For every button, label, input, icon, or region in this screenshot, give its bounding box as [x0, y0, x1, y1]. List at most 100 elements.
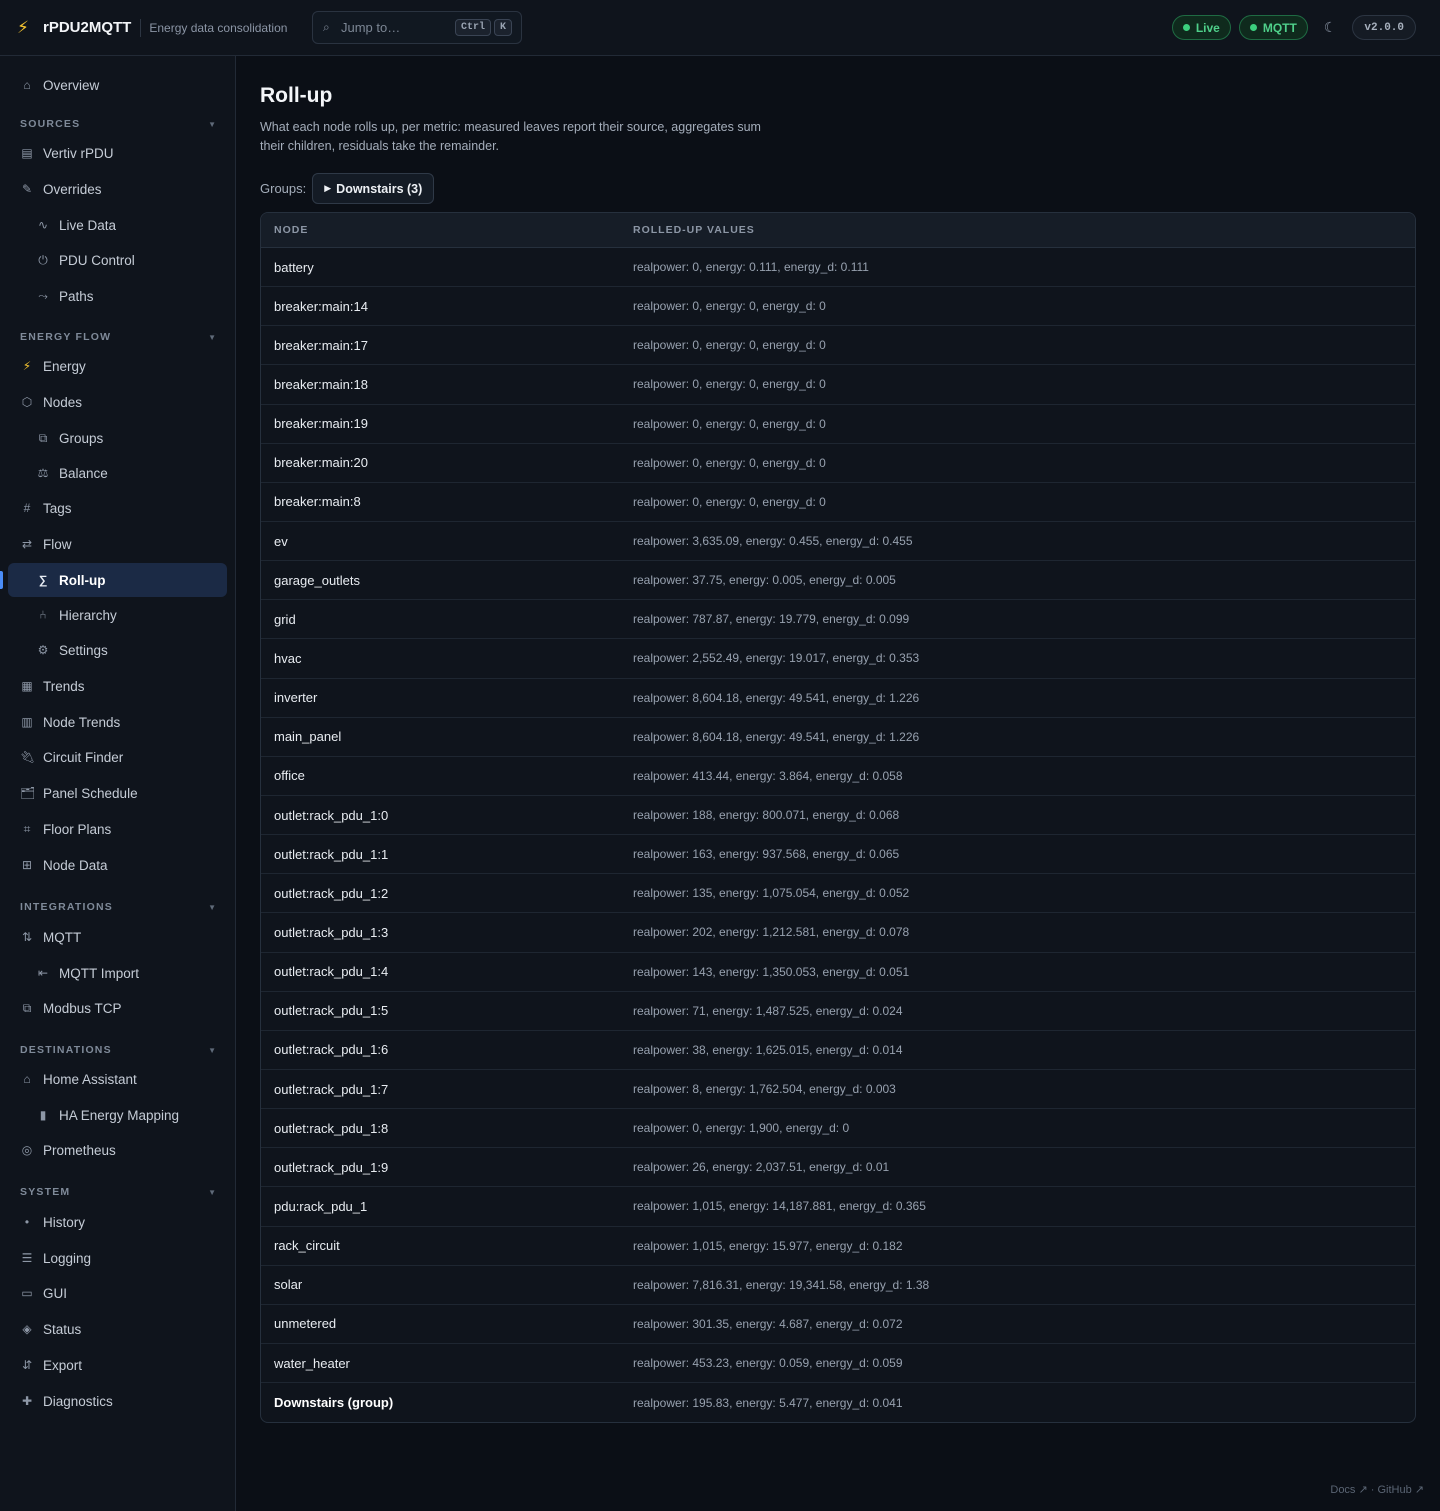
table-row[interactable]: battery realpower: 0, energy: 0.111, ener…: [261, 248, 1415, 288]
sidebar-item-label: Home Assistant: [43, 1071, 137, 1087]
brand[interactable]: ⚡ rPDU2MQTT Energy data consolidation: [17, 18, 287, 38]
sidebar-item-circuit-finder[interactable]: 🔌︎ Circuit Finder: [8, 740, 227, 774]
table-row[interactable]: water_heater realpower: 453.23, energy: 0…: [261, 1344, 1415, 1384]
sidebar-item-paths[interactable]: ⤳ Paths: [8, 279, 227, 313]
table-row[interactable]: solar realpower: 7,816.31, energy: 19,341…: [261, 1266, 1415, 1305]
sidebar-item-nodes[interactable]: ⬡ Nodes: [8, 385, 227, 419]
sidebar-item-settings[interactable]: ⚙ Settings: [8, 633, 227, 667]
chart-columns-icon: ▥: [21, 715, 33, 729]
sidebar-item-rollup[interactable]: ∑ Roll-up: [8, 563, 227, 597]
table-row[interactable]: inverter realpower: 8,604.18, energy: 49.…: [261, 679, 1415, 718]
sidebar-item-node-trends[interactable]: ▥ Node Trends: [8, 705, 227, 739]
table-row[interactable]: breaker:main:8 realpower: 0, energy: 0, e…: [261, 483, 1415, 522]
table-row[interactable]: main_panel realpower: 8,604.18, energy: 4…: [261, 718, 1415, 757]
values-cell: realpower: 453.23, energy: 0.059, energy…: [633, 1356, 903, 1370]
table-row[interactable]: outlet:rack_pdu_1:6 realpower: 38, energy…: [261, 1031, 1415, 1070]
table-row[interactable]: outlet:rack_pdu_1:9 realpower: 26, energy…: [261, 1148, 1415, 1188]
column-header-node[interactable]: NODE: [261, 224, 633, 236]
table-row[interactable]: rack_circuit realpower: 1,015, energy: 15…: [261, 1227, 1415, 1266]
sidebar-item-pdu-control[interactable]: ⏻ PDU Control: [8, 243, 227, 277]
table-row[interactable]: breaker:main:19 realpower: 0, energy: 0, …: [261, 405, 1415, 444]
sidebar-item-label: Tags: [43, 500, 72, 516]
table-row[interactable]: breaker:main:14 realpower: 0, energy: 0, …: [261, 287, 1415, 327]
sidebar-item-trends[interactable]: ▦ Trends: [8, 669, 227, 703]
table-row[interactable]: breaker:main:17 realpower: 0, energy: 0, …: [261, 326, 1415, 366]
mqtt-status-badge[interactable]: MQTT: [1238, 15, 1308, 40]
node-cell: ev: [274, 533, 288, 549]
sidebar-item-diagnostics[interactable]: ✚ Diagnostics: [8, 1384, 227, 1418]
sidebar-item-mqtt[interactable]: ⇅ MQTT: [8, 920, 227, 954]
table-row[interactable]: outlet:rack_pdu_1:3 realpower: 202, energ…: [261, 913, 1415, 953]
sidebar-item-status[interactable]: ◈ Status: [8, 1312, 227, 1346]
export-arrows-icon: ⇵: [21, 1358, 33, 1372]
table-row[interactable]: breaker:main:18 realpower: 0, energy: 0, …: [261, 365, 1415, 405]
sidebar-item-balance[interactable]: ⚖ Balance: [8, 456, 227, 490]
table-row[interactable]: outlet:rack_pdu_1:2 realpower: 135, energ…: [261, 874, 1415, 914]
hexagon-icon: ⬡: [21, 395, 33, 409]
values-cell: realpower: 8,604.18, energy: 49.541, ene…: [633, 690, 920, 705]
group-total-row[interactable]: Downstairs (group) realpower: 195.83, ene…: [261, 1383, 1415, 1422]
sidebar-item-flow[interactable]: ⇄ Flow: [8, 527, 227, 561]
sidebar-item-panel-schedule[interactable]: 🗂︎ Panel Schedule: [8, 776, 227, 810]
sidebar-item-vertiv[interactable]: ▤ Vertiv rPDU: [8, 136, 227, 170]
section-sources[interactable]: SOURCES ▼: [20, 117, 216, 131]
sidebar-item-hierarchy[interactable]: ⑃ Hierarchy: [8, 598, 227, 632]
table-row[interactable]: breaker:main:20 realpower: 0, energy: 0, …: [261, 444, 1415, 483]
sidebar-item-logging[interactable]: ☰ Logging: [8, 1241, 227, 1275]
sidebar-item-overview[interactable]: ⌂ Overview: [8, 68, 227, 102]
node-cell: pdu:rack_pdu_1: [274, 1198, 368, 1214]
sidebar-item-groups[interactable]: ⧉ Groups: [8, 421, 227, 455]
sidebar-item-live-data[interactable]: ∿ Live Data: [8, 208, 227, 242]
table-row[interactable]: ev realpower: 3,635.09, energy: 0.455, en…: [261, 522, 1415, 562]
section-destinations[interactable]: DESTINATIONS ▼: [20, 1043, 216, 1057]
app-name: rPDU2MQTT: [43, 19, 132, 36]
jump-search[interactable]: ⌕ Ctrl K: [312, 11, 522, 44]
sidebar-item-export[interactable]: ⇵ Export: [8, 1348, 227, 1382]
table-row[interactable]: outlet:rack_pdu_1:4 realpower: 143, energ…: [261, 953, 1415, 992]
sidebar-item-energy[interactable]: ⚡ Energy: [8, 349, 227, 383]
section-label: SYSTEM: [20, 1186, 71, 1198]
sidebar-item-node-data[interactable]: ⊞ Node Data: [8, 848, 227, 882]
section-integrations[interactable]: INTEGRATIONS ▼: [20, 900, 216, 914]
theme-toggle-moon-icon[interactable]: ☾: [1324, 19, 1337, 36]
table-row[interactable]: grid realpower: 787.87, energy: 19.779, e…: [261, 600, 1415, 640]
path-icon: ⤳: [38, 288, 48, 303]
group-downstairs-button[interactable]: ▶ Downstairs (3): [312, 173, 435, 204]
chevron-down-icon: ▼: [208, 119, 216, 129]
sidebar-item-mqtt-import[interactable]: ⇤ MQTT Import: [8, 956, 227, 990]
sidebar-item-modbus[interactable]: ⧉ Modbus TCP: [8, 991, 227, 1025]
sidebar-item-gui[interactable]: ▭ GUI: [8, 1276, 227, 1310]
sidebar-item-prometheus[interactable]: ◎ Prometheus: [8, 1133, 227, 1167]
sidebar-item-label: Overrides: [43, 181, 102, 197]
table-row[interactable]: outlet:rack_pdu_1:7 realpower: 8, energy:…: [261, 1070, 1415, 1110]
table-row[interactable]: outlet:rack_pdu_1:1 realpower: 163, energ…: [261, 835, 1415, 875]
sidebar-item-label: Panel Schedule: [43, 785, 138, 801]
pencil-icon: ✎: [21, 182, 33, 196]
app-subtitle: Energy data consolidation: [149, 20, 288, 35]
table-row[interactable]: pdu:rack_pdu_1 realpower: 1,015, energy: …: [261, 1187, 1415, 1227]
sidebar-item-home-assistant[interactable]: ⌂ Home Assistant: [8, 1062, 227, 1096]
node-cell: breaker:main:20: [274, 455, 368, 471]
footer-links[interactable]: Docs ↗ · GitHub ↗: [1330, 1483, 1424, 1496]
section-system[interactable]: SYSTEM ▼: [20, 1185, 216, 1199]
sidebar-item-tags[interactable]: # Tags: [8, 491, 227, 525]
table-row[interactable]: outlet:rack_pdu_1:0 realpower: 188, energ…: [261, 796, 1415, 836]
table-row[interactable]: outlet:rack_pdu_1:5 realpower: 71, energy…: [261, 992, 1415, 1031]
sidebar-item-ha-energy[interactable]: ▮ HA Energy Mapping: [8, 1098, 227, 1132]
search-input[interactable]: [341, 20, 451, 35]
sidebar-item-label: Modbus TCP: [43, 1000, 122, 1016]
sidebar-item-overrides[interactable]: ✎ Overrides: [8, 172, 227, 206]
sidebar-item-history[interactable]: • History: [8, 1205, 227, 1239]
table-row[interactable]: outlet:rack_pdu_1:8 realpower: 0, energy:…: [261, 1109, 1415, 1149]
node-cell: grid: [274, 611, 296, 627]
table-row[interactable]: unmetered realpower: 301.35, energy: 4.68…: [261, 1305, 1415, 1344]
section-energy-flow[interactable]: ENERGY FLOW ▼: [20, 330, 216, 344]
sidebar-item-label: Diagnostics: [43, 1393, 113, 1409]
table-row[interactable]: garage_outlets realpower: 37.75, energy: …: [261, 561, 1415, 601]
sidebar-item-floor-plans[interactable]: ⌗ Floor Plans: [8, 812, 227, 846]
live-status-badge[interactable]: Live: [1171, 15, 1231, 40]
table-row[interactable]: office realpower: 413.44, energy: 3.864, …: [261, 757, 1415, 796]
node-cell: solar: [274, 1277, 303, 1293]
table-row[interactable]: hvac realpower: 2,552.49, energy: 19.017,…: [261, 639, 1415, 679]
column-header-values[interactable]: ROLLED-UP VALUES: [633, 224, 755, 236]
